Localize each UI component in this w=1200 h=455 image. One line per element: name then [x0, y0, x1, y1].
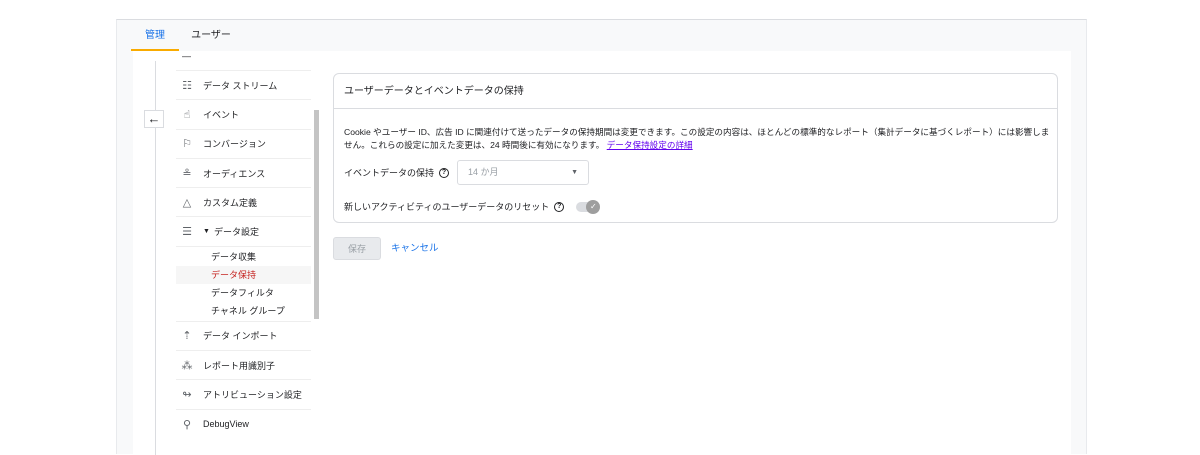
reset-label: 新しいアクティビティのユーザーデータのリセット	[344, 202, 550, 212]
save-button[interactable]: 保存	[333, 237, 381, 260]
database-icon: ☰	[182, 226, 192, 239]
retention-card: ユーザーデータとイベントデータの保持 Cookie やユーザー ID、広告 ID…	[333, 73, 1058, 223]
nav-item-debugview[interactable]: ⚲ DebugView	[176, 410, 311, 439]
tab-admin[interactable]: 管理	[131, 20, 179, 51]
debug-icon: ⚲	[182, 418, 192, 431]
nav-label: コンバージョン	[203, 139, 266, 150]
nav-label: データ設定	[213, 227, 259, 238]
subnav-data-retention[interactable]: データ保持	[176, 265, 311, 284]
event-retention-row: イベントデータの保持 ? 14 か月 ▼	[344, 160, 590, 185]
back-arrow-icon[interactable]: ←	[144, 110, 164, 128]
nav-label: データ インポート	[203, 331, 278, 342]
check-icon: ✓	[586, 199, 601, 214]
caret-down-icon: ▼	[203, 228, 210, 236]
nav-item-conversions[interactable]: ⚐ コンバージョン	[176, 130, 311, 159]
upload-icon: ⇡	[182, 330, 192, 343]
card-description: Cookie やユーザー ID、広告 ID に関連付けて送ったデータの保持期間は…	[344, 126, 1056, 152]
audience-icon: ≗	[182, 167, 192, 180]
data-stream-icon: ☷	[182, 79, 192, 92]
nav-label: レポート用識別子	[203, 360, 276, 371]
retention-details-link[interactable]: データ保持設定の詳細	[607, 140, 693, 150]
nav-item-attribution[interactable]: ↬ アトリビューション設定	[176, 380, 311, 410]
help-icon[interactable]: ?	[554, 201, 565, 212]
flag-icon: ⚐	[182, 138, 192, 151]
nav-label: カスタム定義	[203, 197, 258, 208]
nav-item-data-import[interactable]: ⇡ データ インポート	[176, 322, 311, 352]
help-icon[interactable]: ?	[439, 167, 450, 178]
identifier-icon: ⁂	[181, 359, 193, 372]
nav-label: データ ストリーム	[203, 80, 278, 91]
settings-nav: — ☷ データ ストリーム ☝ イベント ⚐ コンバージョン ≗ オーディエンス △ カス…	[176, 51, 311, 439]
tab-user[interactable]: ユーザー	[187, 20, 235, 51]
nav-label: DebugView	[203, 419, 249, 430]
description-text: Cookie やユーザー ID、広告 ID に関連付けて送ったデータの保持期間は…	[344, 127, 1050, 150]
touch-icon: ☝	[183, 108, 191, 121]
subnav-data-collection[interactable]: データ収集	[176, 248, 311, 266]
nav-label: イベント	[203, 109, 240, 120]
subnav-channel-groups[interactable]: チャネル グループ	[176, 302, 311, 320]
shapes-icon: △	[182, 196, 192, 209]
nav-item-events[interactable]: ☝ イベント	[176, 100, 311, 130]
cancel-button[interactable]: キャンセル	[391, 237, 439, 260]
nav-scrollbar[interactable]	[314, 110, 319, 319]
event-retention-select[interactable]: 14 か月 ▼	[457, 160, 590, 185]
card-title: ユーザーデータとイベントデータの保持	[334, 74, 1057, 109]
nav-label: オーディエンス	[203, 168, 266, 179]
nav-item-reporting-identity[interactable]: ⁂ レポート用識別子	[176, 351, 311, 381]
reset-toggle[interactable]: ✓	[576, 199, 601, 214]
nav-item-audiences[interactable]: ≗ オーディエンス	[176, 159, 311, 189]
nav-label: アトリビューション設定	[203, 390, 302, 401]
data-settings-subnav: データ収集 データ保持 データフィルタ チャネル グループ	[176, 247, 311, 322]
nav-item-custom-definitions[interactable]: △ カスタム定義	[176, 188, 311, 218]
reset-row: 新しいアクティビティのユーザーデータのリセット ? ✓	[344, 199, 601, 214]
event-retention-value: 14 か月	[468, 167, 499, 177]
subnav-data-filters[interactable]: データフィルタ	[176, 284, 311, 302]
event-retention-label: イベントデータの保持	[344, 168, 435, 178]
attribution-icon: ↬	[182, 389, 192, 402]
nav-item-partial[interactable]: —	[176, 51, 311, 71]
dropdown-arrow-icon: ▼	[571, 169, 579, 176]
main-content: ← — ☷ データ ストリーム ☝ イベント ⚐ コンバージョン ≗ オーディエンス △…	[133, 51, 1071, 455]
nav-item-data-stream[interactable]: ☷ データ ストリーム	[176, 71, 311, 101]
nav-item-data-settings[interactable]: ☰ ▼ データ設定	[176, 217, 311, 247]
admin-panel: 管理 ユーザー ← — ☷ データ ストリーム ☝ イベント ⚐ コンバージョン ≗ オ…	[116, 19, 1087, 455]
